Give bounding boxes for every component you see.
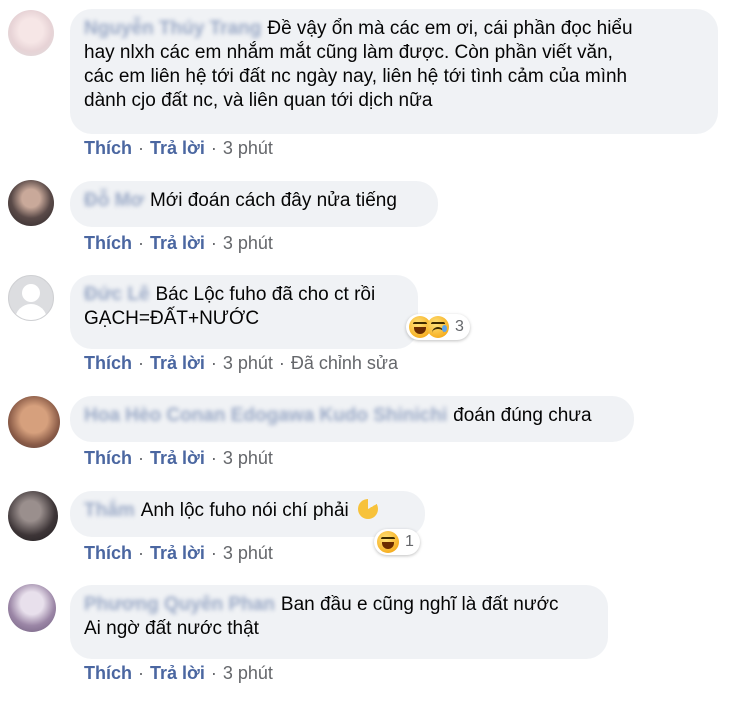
comment-text-line: Ai ngờ đất nước thật: [84, 618, 259, 639]
comment-bubble: Hoa Hèo Conan Edogawa Kudo Shinichi đoán …: [70, 396, 634, 442]
comment-author[interactable]: Nguyễn Thúy Trang: [84, 18, 261, 39]
comment-actions: Thích · Trả lời · 3 phút: [84, 138, 273, 159]
haha-icon: [377, 531, 399, 553]
comment-author[interactable]: Đức Lê: [84, 284, 150, 305]
comment-text-line: Mới đoán cách đây nửa tiếng: [149, 190, 397, 211]
comment-time[interactable]: 3 phút: [223, 353, 273, 373]
comment-text-line: đoán đúng chưa: [453, 405, 592, 426]
reply-link[interactable]: Trả lời: [150, 138, 205, 158]
comment-author[interactable]: Thắm: [84, 500, 135, 521]
reply-link[interactable]: Trả lời: [150, 543, 205, 563]
comment-bubble: Nguyễn Thúy Trang Đề vậy ổn mà các em ơi,…: [70, 9, 718, 134]
edited-label[interactable]: Đã chỉnh sửa: [291, 353, 398, 373]
separator-dot: ·: [210, 663, 217, 683]
separator-dot: ·: [138, 663, 144, 683]
comment-actions: Thích · Trả lời · 3 phút: [84, 233, 273, 254]
avatar[interactable]: [8, 275, 54, 321]
comment-actions: Thích · Trả lời · 3 phút: [84, 663, 273, 684]
sad-icon: [427, 316, 449, 338]
comment-time[interactable]: 3 phút: [223, 233, 273, 253]
comment-time[interactable]: 3 phút: [223, 663, 273, 683]
like-link[interactable]: Thích: [84, 543, 132, 563]
like-link[interactable]: Thích: [84, 663, 132, 683]
comment-text-line: Bác Lộc fuho đã cho ct rồi: [155, 284, 376, 305]
reaction-count: 3: [455, 318, 464, 335]
avatar[interactable]: [8, 10, 54, 56]
reply-link[interactable]: Trả lời: [150, 233, 205, 253]
reply-link[interactable]: Trả lời: [150, 448, 205, 468]
comment-bubble: Phương Quyên Phan Ban đầu e cũng nghĩ là …: [70, 585, 608, 659]
comment-text-line: các em liên hệ tới đất nc ngày nay, liên…: [84, 66, 628, 87]
default-avatar-body: [15, 304, 47, 320]
reaction-count: 1: [405, 533, 414, 550]
like-link[interactable]: Thích: [84, 233, 132, 253]
separator-dot: ·: [138, 543, 144, 563]
comment-bubble: Đức Lê Bác Lộc fuho đã cho ct rồi GẠCH=ĐẤ…: [70, 275, 418, 349]
comment-bubble: Đỗ Mơ Mới đoán cách đây nửa tiếng: [70, 181, 438, 227]
avatar[interactable]: [8, 584, 56, 632]
comment-text-line: dành cjo đất nc, và liên quan tới dịch n…: [84, 90, 433, 111]
comment-author[interactable]: Đỗ Mơ: [84, 190, 144, 211]
pacman-emoji-icon: [358, 499, 379, 519]
comment-actions: Thích · Trả lời · 3 phút: [84, 543, 273, 564]
comment-text-line: hay nlxh các em nhắm mắt cũng làm được. …: [84, 42, 613, 63]
separator-dot: ·: [138, 448, 144, 468]
separator-dot: ·: [210, 448, 217, 468]
comment-time[interactable]: 3 phút: [223, 138, 273, 158]
separator-dot: ·: [138, 233, 144, 253]
like-link[interactable]: Thích: [84, 138, 132, 158]
comment-actions: Thích · Trả lời · 3 phút: [84, 448, 273, 469]
like-link[interactable]: Thích: [84, 448, 132, 468]
avatar[interactable]: [8, 180, 54, 226]
comment-text-line: GẠCH=ĐẤT+NƯỚC: [84, 308, 260, 329]
comment-text-line: Ban đầu e cũng nghĩ là đất nước: [280, 594, 559, 615]
avatar[interactable]: [8, 491, 58, 541]
comment-text-line: Anh lộc fuho nói chí phải: [140, 500, 349, 521]
reply-link[interactable]: Trả lời: [150, 663, 205, 683]
reaction-summary[interactable]: 1: [374, 529, 420, 555]
comment-time[interactable]: 3 phút: [223, 448, 273, 468]
comment-time[interactable]: 3 phút: [223, 543, 273, 563]
separator-dot: ·: [210, 543, 217, 563]
comment-author[interactable]: Phương Quyên Phan: [84, 594, 275, 615]
comment-author[interactable]: Hoa Hèo Conan Edogawa Kudo Shinichi: [84, 405, 447, 426]
separator-dot: ·: [138, 138, 144, 158]
reaction-summary[interactable]: 3: [406, 314, 470, 340]
like-link[interactable]: Thích: [84, 353, 132, 373]
separator-dot: ·: [210, 138, 217, 158]
comment-text-line: Đề vậy ổn mà các em ơi, cái phần đọc hiể…: [267, 18, 633, 39]
separator-dot: ·: [210, 233, 217, 253]
reply-link[interactable]: Trả lời: [150, 353, 205, 373]
comment-actions: Thích · Trả lời · 3 phút · Đã chỉnh sửa: [84, 353, 398, 374]
separator-dot: ·: [138, 353, 144, 373]
separator-dot: ·: [278, 353, 285, 373]
separator-dot: ·: [210, 353, 217, 373]
avatar[interactable]: [8, 396, 60, 448]
comment-bubble: Thắm Anh lộc fuho nói chí phải: [70, 491, 425, 537]
default-avatar-icon: [22, 284, 40, 302]
